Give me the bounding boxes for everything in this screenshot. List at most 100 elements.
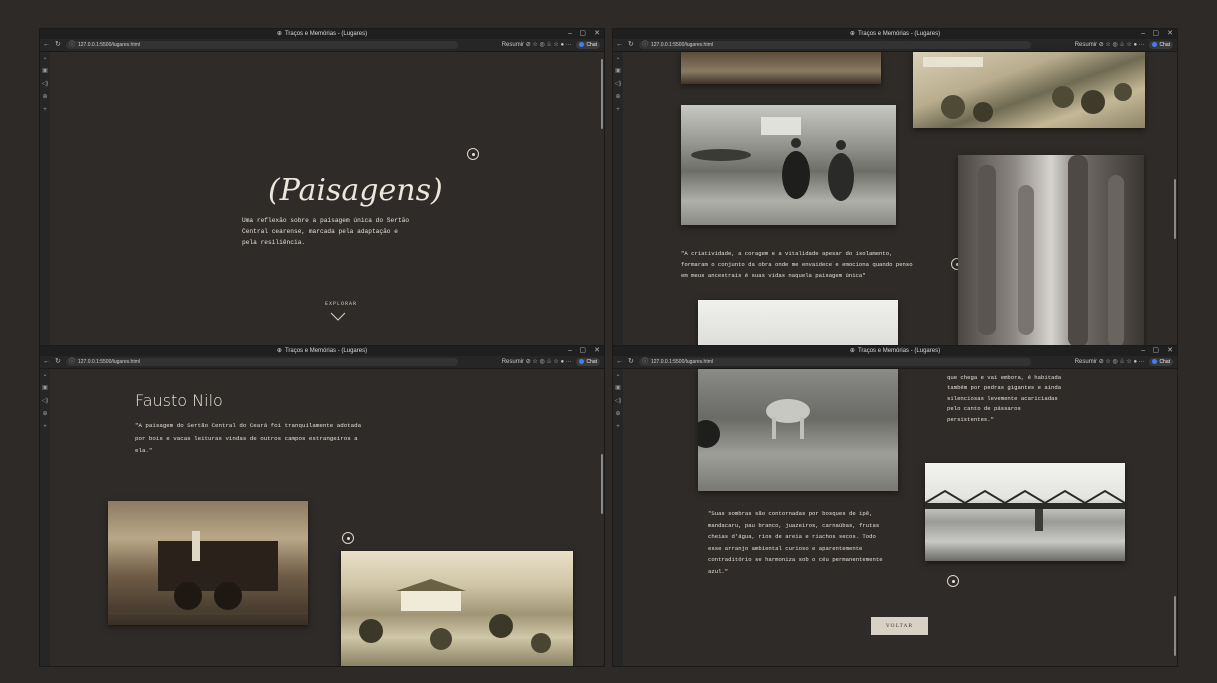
- chevron-down-icon[interactable]: ⌄: [40, 369, 50, 382]
- globe-icon[interactable]: ⊕: [40, 91, 50, 104]
- copilot-icon: [579, 359, 585, 365]
- back-icon[interactable]: ←: [616, 356, 623, 368]
- maximize-button[interactable]: ▢: [579, 29, 586, 39]
- extension-icons[interactable]: ⊘ ☆ ◎ ♧ ☆ ● ···: [526, 42, 572, 48]
- chat-button[interactable]: Chat: [1149, 41, 1173, 49]
- close-button[interactable]: ✕: [594, 29, 600, 39]
- globe-icon[interactable]: ⊕: [613, 91, 623, 104]
- tabs-icon[interactable]: ▣: [613, 382, 623, 395]
- url-field[interactable]: ⓘ 127.0.0.1:5500/lugares.html: [639, 41, 1031, 49]
- quote-ancestrais: "A criatividade, a coragem e a vitalidad…: [681, 250, 913, 279]
- resumir-button[interactable]: Resumir: [1075, 359, 1097, 365]
- chevron-down-icon[interactable]: [330, 312, 346, 321]
- browser-sidebar: ⌄ ▣ ◁) ⊕ +: [40, 369, 50, 666]
- url-field[interactable]: ⓘ 127.0.0.1:5500/lugares.html: [66, 41, 458, 49]
- url-text: 127.0.0.1:5500/lugares.html: [651, 42, 713, 48]
- resumir-button[interactable]: Resumir: [502, 42, 524, 48]
- chevron-down-icon[interactable]: ⌄: [613, 369, 623, 382]
- maximize-button[interactable]: ▢: [1152, 346, 1159, 356]
- copilot-icon: [579, 42, 585, 48]
- chat-button[interactable]: Chat: [576, 358, 600, 366]
- bridge-photo: [924, 463, 1126, 561]
- address-bar: ← ↻ ⓘ 127.0.0.1:5500/lugares.html Resumir…: [40, 39, 604, 52]
- add-icon[interactable]: +: [613, 104, 623, 117]
- chevron-down-icon[interactable]: ⌄: [613, 52, 623, 65]
- globe-icon[interactable]: ⊕: [613, 408, 623, 421]
- url-field[interactable]: ⓘ 127.0.0.1:5500/lugares.html: [639, 358, 1031, 366]
- audio-icon[interactable]: ◁): [40, 395, 50, 408]
- add-icon[interactable]: +: [40, 104, 50, 117]
- resumir-button[interactable]: Resumir: [1075, 42, 1097, 48]
- bridge-illustration: [924, 489, 1126, 531]
- globe-icon[interactable]: ⊕: [40, 408, 50, 421]
- page-heading: (Paisagens): [268, 173, 443, 208]
- resumir-button[interactable]: Resumir: [502, 359, 524, 365]
- scrollbar[interactable]: [601, 59, 603, 129]
- browser-window-fausto: ⊕ Traços e Memórias - (Lugares) – ▢ ✕ ← ↻…: [40, 346, 604, 666]
- maximize-button[interactable]: ▢: [1152, 29, 1159, 39]
- locomotive-illustration: [108, 531, 308, 615]
- quote-fausto: "A paisagem do Sertão Central do Ceará f…: [135, 422, 362, 454]
- address-bar: ← ↻ ⓘ 127.0.0.1:5500/lugares.html Resumir…: [613, 39, 1177, 52]
- cactus-photo: [958, 155, 1144, 347]
- audio-icon[interactable]: ◁): [613, 395, 623, 408]
- aerial-square-photo: [341, 551, 573, 666]
- back-button[interactable]: VOLTAR: [871, 617, 928, 635]
- tabs-icon[interactable]: ▣: [613, 65, 623, 78]
- back-icon[interactable]: ←: [43, 356, 50, 368]
- browser-window-paisagens: ⊕ Traços e Memórias - (Lugares) – ▢ ✕ ← ↻…: [40, 29, 604, 347]
- audio-icon[interactable]: ◁): [40, 78, 50, 91]
- chat-label: Chat: [586, 42, 597, 48]
- author-name: Fausto Nilo: [135, 391, 223, 410]
- globe-icon: ⊕: [849, 31, 855, 37]
- back-icon[interactable]: ←: [616, 39, 623, 51]
- copilot-icon: [1152, 42, 1158, 48]
- refresh-icon[interactable]: ↻: [55, 356, 61, 368]
- add-icon[interactable]: +: [40, 421, 50, 434]
- refresh-icon[interactable]: ↻: [628, 356, 634, 368]
- cattle-photo: [692, 369, 898, 491]
- explore-label[interactable]: EXPLORAR: [325, 301, 357, 307]
- trees-illustration: [923, 57, 1132, 122]
- maximize-button[interactable]: ▢: [579, 346, 586, 356]
- close-button[interactable]: ✕: [1167, 346, 1173, 356]
- locomotive-photo: [108, 501, 308, 625]
- next-photo-cropped: [698, 300, 898, 347]
- extension-icons[interactable]: ⊘ ☆ ◎ ♧ ☆ ● ···: [526, 359, 572, 365]
- square-illustration: [359, 579, 551, 653]
- page-content: que chega e vai embora, é habitada també…: [624, 369, 1173, 666]
- tabs-icon[interactable]: ▣: [40, 382, 50, 395]
- browser-sidebar: ⌄ ▣ ◁) ⊕ +: [613, 52, 623, 347]
- audio-icon[interactable]: ◁): [613, 78, 623, 91]
- window-title: Traços e Memórias - (Lugares): [857, 31, 941, 37]
- chat-label: Chat: [1159, 42, 1170, 48]
- refresh-icon[interactable]: ↻: [55, 39, 61, 51]
- tabs-icon[interactable]: ▣: [40, 65, 50, 78]
- window-title: Traços e Memórias - (Lugares): [857, 348, 941, 354]
- refresh-icon[interactable]: ↻: [628, 39, 634, 51]
- minimize-button[interactable]: –: [1141, 29, 1145, 39]
- title-bar: ⊕ Traços e Memórias - (Lugares) – ▢ ✕: [40, 346, 604, 356]
- minimize-button[interactable]: –: [1141, 346, 1145, 356]
- back-icon[interactable]: ←: [43, 39, 50, 51]
- cursor-circle: [947, 575, 959, 587]
- chat-button[interactable]: Chat: [576, 41, 600, 49]
- minimize-button[interactable]: –: [568, 29, 572, 39]
- extension-icons[interactable]: ⊘ ☆ ◎ ♧ ☆ ● ···: [1099, 359, 1145, 365]
- extension-icons[interactable]: ⊘ ☆ ◎ ♧ ☆ ● ···: [1099, 42, 1145, 48]
- add-icon[interactable]: +: [613, 421, 623, 434]
- close-button[interactable]: ✕: [594, 346, 600, 356]
- minimize-button[interactable]: –: [568, 346, 572, 356]
- scrollbar[interactable]: [601, 454, 603, 514]
- chat-button[interactable]: Chat: [1149, 358, 1173, 366]
- scrollbar[interactable]: [1174, 596, 1176, 656]
- cursor-circle: [467, 148, 479, 160]
- browser-sidebar: ⌄ ▣ ◁) ⊕ +: [613, 369, 623, 666]
- scrollbar[interactable]: [1174, 179, 1176, 239]
- close-button[interactable]: ✕: [1167, 29, 1173, 39]
- globe-icon: ⊕: [849, 348, 855, 354]
- url-field[interactable]: ⓘ 127.0.0.1:5500/lugares.html: [66, 358, 458, 366]
- poem-continuation: que chega e vai embora, é habitada també…: [947, 374, 1062, 423]
- info-icon: ⓘ: [642, 42, 649, 48]
- chevron-down-icon[interactable]: ⌄: [40, 52, 50, 65]
